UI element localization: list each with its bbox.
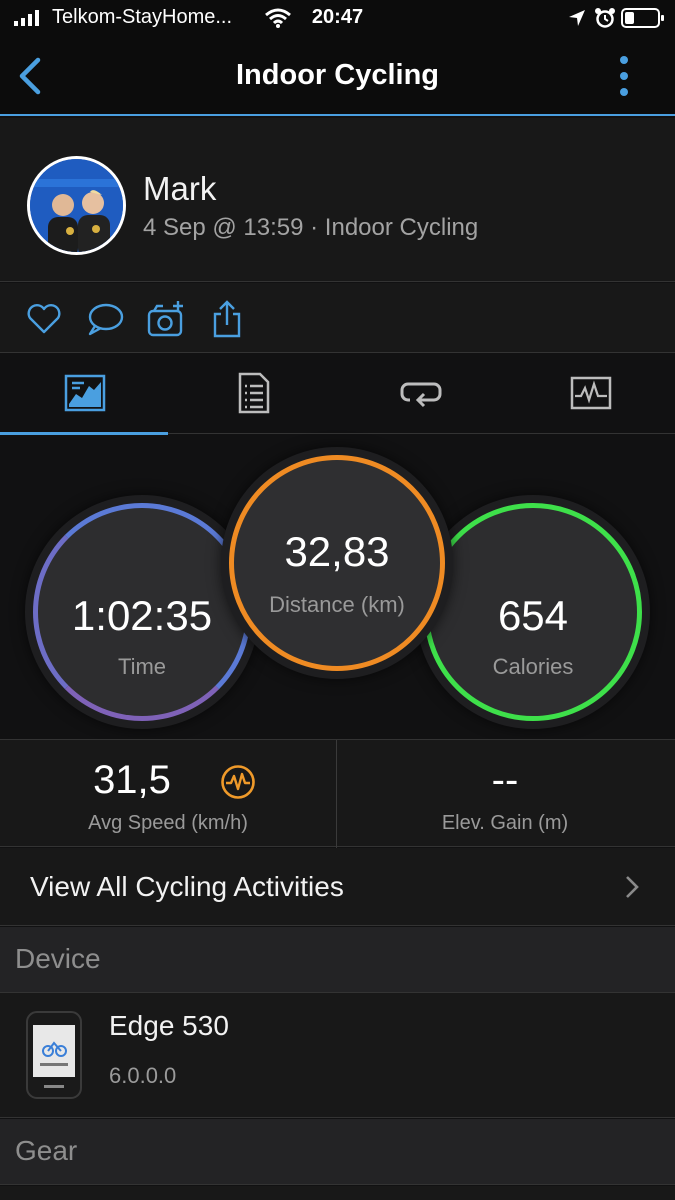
charts-icon [570,376,612,410]
tab-details[interactable] [168,354,336,434]
chevron-right-icon [626,876,639,898]
pulse-icon [221,765,255,799]
time-label: Time [117,654,167,679]
device-version: 6.0.0.0 [109,1063,177,1088]
elev-gain-value: -- [491,758,519,802]
calories-label: Calories [492,654,574,679]
time-value: 1:02:35 [71,592,213,639]
distance-value: 32,83 [284,528,390,575]
action-bar [0,283,675,353]
avatar-photo [30,159,123,252]
elev-gain-label: Elev. Gain (m) [441,812,569,834]
view-all-cycling-row[interactable]: View All Cycling Activities [0,848,675,926]
gear-section-header: Gear [0,1119,675,1185]
gear-row-partial [0,1186,675,1200]
details-icon [238,372,270,414]
view-all-label: View All Cycling Activities [30,871,344,902]
tab-overview[interactable] [0,354,168,435]
avatar[interactable] [27,156,126,255]
activity-header: Mark 4 Sep @ 13:59 · Indoor Cycling [0,118,675,282]
page-title: Indoor Cycling [236,59,439,91]
laps-icon [400,382,442,408]
distance-label: Distance (km) [269,592,405,617]
device-name: Edge 530 [109,1010,229,1041]
more-vertical-icon[interactable] [610,54,638,98]
share-icon[interactable] [207,299,247,339]
alarm-icon [595,8,615,28]
location-icon [569,10,585,26]
device-section-title: Device [15,943,101,974]
gear-section-title: Gear [15,1135,78,1166]
calories-ring: 654 Calories [424,503,642,721]
avg-speed-number: 31,5 [93,758,171,802]
elev-gain-stat: -- Elev. Gain (m) [337,740,673,848]
add-photo-icon[interactable] [146,299,186,339]
comment-icon[interactable] [85,299,125,339]
heart-icon[interactable] [24,299,64,339]
edge-device-image [26,1011,82,1099]
avg-speed-stat[interactable]: 31,5 Avg Speed (km/h) [0,740,336,848]
device-row[interactable]: Edge 530 6.0.0.0 [0,993,675,1118]
stats-row: 31,5 Avg Speed (km/h) -- Elev. Gain (m) [0,739,675,848]
nav-bar: Indoor Cycling [0,36,675,116]
battery-icon [621,8,664,28]
activity-meta: 4 Sep @ 13:59 · Indoor Cycling [143,214,479,241]
summary-rings: 1:02:35 Time 654 Calories 32,83 Distance… [0,435,675,739]
avg-speed-label: Avg Speed (km/h) [88,812,248,834]
time-ring: 1:02:35 Time [33,503,251,721]
distance-ring: 32,83 Distance (km) [229,455,445,671]
activity-tabs [0,354,675,435]
tab-charts[interactable] [506,354,674,434]
overview-icon [64,374,106,412]
status-bar: Telkom-StayHome... 20:47 [0,0,675,36]
tab-laps[interactable] [337,354,505,434]
device-section-header: Device [0,927,675,993]
athlete-name[interactable]: Mark [143,170,216,208]
calories-value: 654 [497,592,569,639]
